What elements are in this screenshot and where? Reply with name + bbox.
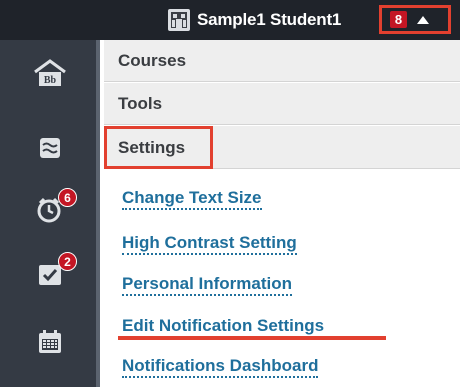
svg-text:Bb: Bb [44, 75, 57, 86]
notification-count-badge: 8 [390, 11, 407, 28]
due-dates-badge: 6 [58, 188, 77, 207]
user-avatar-icon [168, 9, 190, 31]
menu-section-settings[interactable]: Settings [104, 126, 213, 169]
top-bar: Sample1 Student1 8 [0, 0, 460, 40]
sidebar-item-institution[interactable]: Bb [28, 54, 72, 94]
caret-up-icon [417, 15, 429, 24]
link-notifications-dashboard[interactable]: Notifications Dashboard [122, 356, 319, 378]
sidebar-item-stream[interactable] [28, 128, 72, 168]
link-edit-notification-settings[interactable]: Edit Notification Settings [122, 316, 325, 338]
sidebar: Bb 6 2 [0, 40, 100, 387]
menu-section-label: Settings [118, 137, 186, 157]
menu-section-label: Tools [118, 93, 163, 113]
menu-section-courses[interactable]: Courses [104, 40, 460, 82]
home-institution-icon: Bb [34, 59, 66, 86]
user-dropdown-menu: Courses Tools Settings Change Text Size … [104, 40, 460, 387]
menu-section-label: Courses [118, 50, 187, 70]
highlight-underline [118, 336, 386, 340]
link-personal-information[interactable]: Personal Information [122, 274, 293, 296]
notifications-toggle[interactable]: 8 [379, 5, 451, 34]
sidebar-item-due-dates[interactable]: 6 [28, 188, 77, 230]
sidebar-item-calendar[interactable] [28, 322, 72, 362]
user-name: Sample1 Student1 [197, 10, 342, 29]
menu-section-tools[interactable]: Tools [104, 83, 460, 125]
user-menu-trigger[interactable]: Sample1 Student1 [168, 7, 341, 33]
link-change-text-size[interactable]: Change Text Size [122, 188, 262, 210]
activity-stream-icon [40, 138, 60, 158]
sidebar-item-grades[interactable]: 2 [28, 252, 77, 294]
link-high-contrast-setting[interactable]: High Contrast Setting [122, 233, 297, 255]
calendar-icon [39, 330, 61, 353]
grades-badge: 2 [58, 252, 77, 271]
